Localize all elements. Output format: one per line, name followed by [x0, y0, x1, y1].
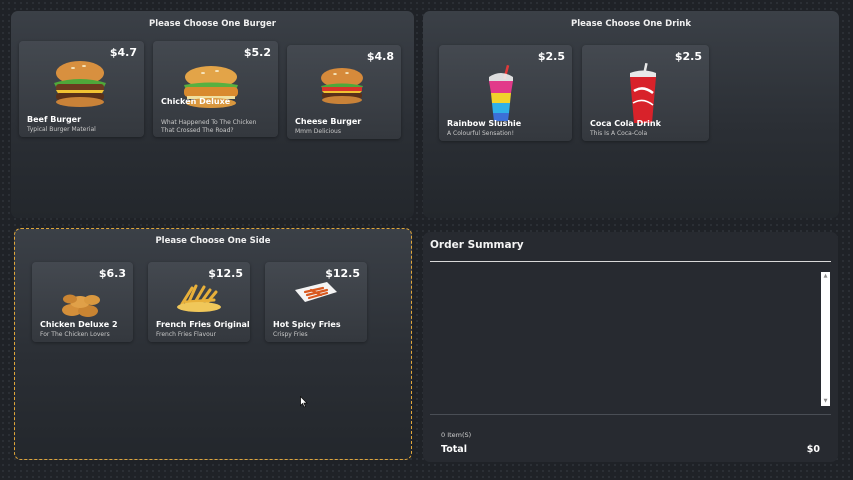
side-card-nuggets[interactable]: $6.3 Chicken Deluxe 2 For The Chicken Lo… — [32, 262, 133, 342]
cola-cup-icon — [630, 63, 656, 123]
slushie-icon — [489, 65, 513, 121]
drink-description: A Colourful Sensation! — [447, 130, 514, 137]
scroll-up-arrow-icon[interactable]: ▲ — [821, 273, 830, 280]
scrollbar[interactable]: ▲ ▼ — [821, 272, 830, 406]
drink-price: $2.5 — [537, 50, 565, 63]
side-card-spicy-fries[interactable]: $12.5 Hot Spicy Fries Crispy Fries — [265, 262, 367, 342]
side-name: Hot Spicy Fries — [273, 320, 341, 329]
divider — [430, 261, 831, 262]
side-name: French Fries Original — [156, 320, 250, 329]
drink-name: Rainbow Slushie — [447, 119, 522, 128]
burger-panel-title: Please Choose One Burger — [149, 19, 276, 29]
side-price: $12.5 — [325, 267, 360, 280]
side-description: Crispy Fries — [273, 331, 308, 338]
divider — [430, 414, 831, 415]
drink-price: $2.5 — [674, 50, 702, 63]
total-value: $0 — [806, 444, 820, 455]
order-summary-title: Order Summary — [430, 239, 524, 251]
side-description: For The Chicken Lovers — [40, 331, 110, 338]
drink-description: This Is A Coca-Cola — [590, 130, 648, 137]
drink-card-cola[interactable]: $2.5 Coca Cola Drink This Is A Coca-Cola — [582, 45, 709, 141]
burger-description: Mmm Delicious — [295, 128, 341, 135]
side-card-french-fries[interactable]: $12.5 French Fries Original French Fries… — [148, 262, 250, 342]
burger-price: $4.8 — [366, 50, 394, 63]
burger-card-beef[interactable]: $4.7 Beef Burger Typical Burger Material — [19, 41, 144, 137]
side-description: French Fries Flavour — [156, 331, 217, 338]
burger-name: Beef Burger — [27, 115, 82, 124]
drink-panel-title: Please Choose One Drink — [570, 19, 692, 29]
side-panel: Please Choose One Side $6.3 Chicken Delu… — [14, 228, 412, 460]
burger-card-chicken[interactable]: $5.2 Chicken Deluxe What Happened To The… — [153, 41, 278, 137]
burger-name: Chicken Deluxe — [161, 97, 231, 106]
drink-card-slushie[interactable]: $2.5 Rainbow Slushie A Colourful Sensati… — [439, 45, 572, 141]
beef-burger-icon — [54, 61, 106, 107]
burger-description: Typical Burger Material — [27, 126, 96, 133]
burger-price: $5.2 — [243, 46, 271, 59]
french-fries-icon — [177, 284, 221, 312]
side-name: Chicken Deluxe 2 — [40, 320, 118, 329]
spicy-fries-icon — [295, 282, 337, 302]
burger-description: What Happened To The Chicken That Crosse… — [161, 119, 257, 134]
total-label: Total — [441, 444, 467, 455]
order-summary-panel: Order Summary ▲ ▼ 0 Item(S) Total $0 — [423, 232, 838, 462]
side-price: $6.3 — [98, 267, 126, 280]
burger-card-cheese[interactable]: $4.8 Cheese Burger Mmm Delicious — [287, 45, 401, 139]
drink-name: Coca Cola Drink — [590, 119, 661, 128]
scroll-down-arrow-icon[interactable]: ▼ — [821, 398, 830, 405]
drink-panel: Please Choose One Drink $2.5 Rainbow Slu… — [423, 11, 839, 218]
burger-name: Cheese Burger — [295, 117, 362, 126]
cheese-burger-icon — [321, 68, 363, 104]
mouse-cursor-icon — [300, 396, 308, 408]
item-count: 0 Item(S) — [441, 431, 472, 439]
order-item-list[interactable]: ▲ ▼ — [430, 272, 830, 406]
burger-price: $4.7 — [109, 46, 137, 59]
burger-panel: Please Choose One Burger $4.7 Beef Burge… — [11, 11, 414, 218]
chicken-nuggets-icon — [62, 294, 100, 317]
side-price: $12.5 — [208, 267, 243, 280]
side-panel-title: Please Choose One Side — [155, 236, 271, 246]
